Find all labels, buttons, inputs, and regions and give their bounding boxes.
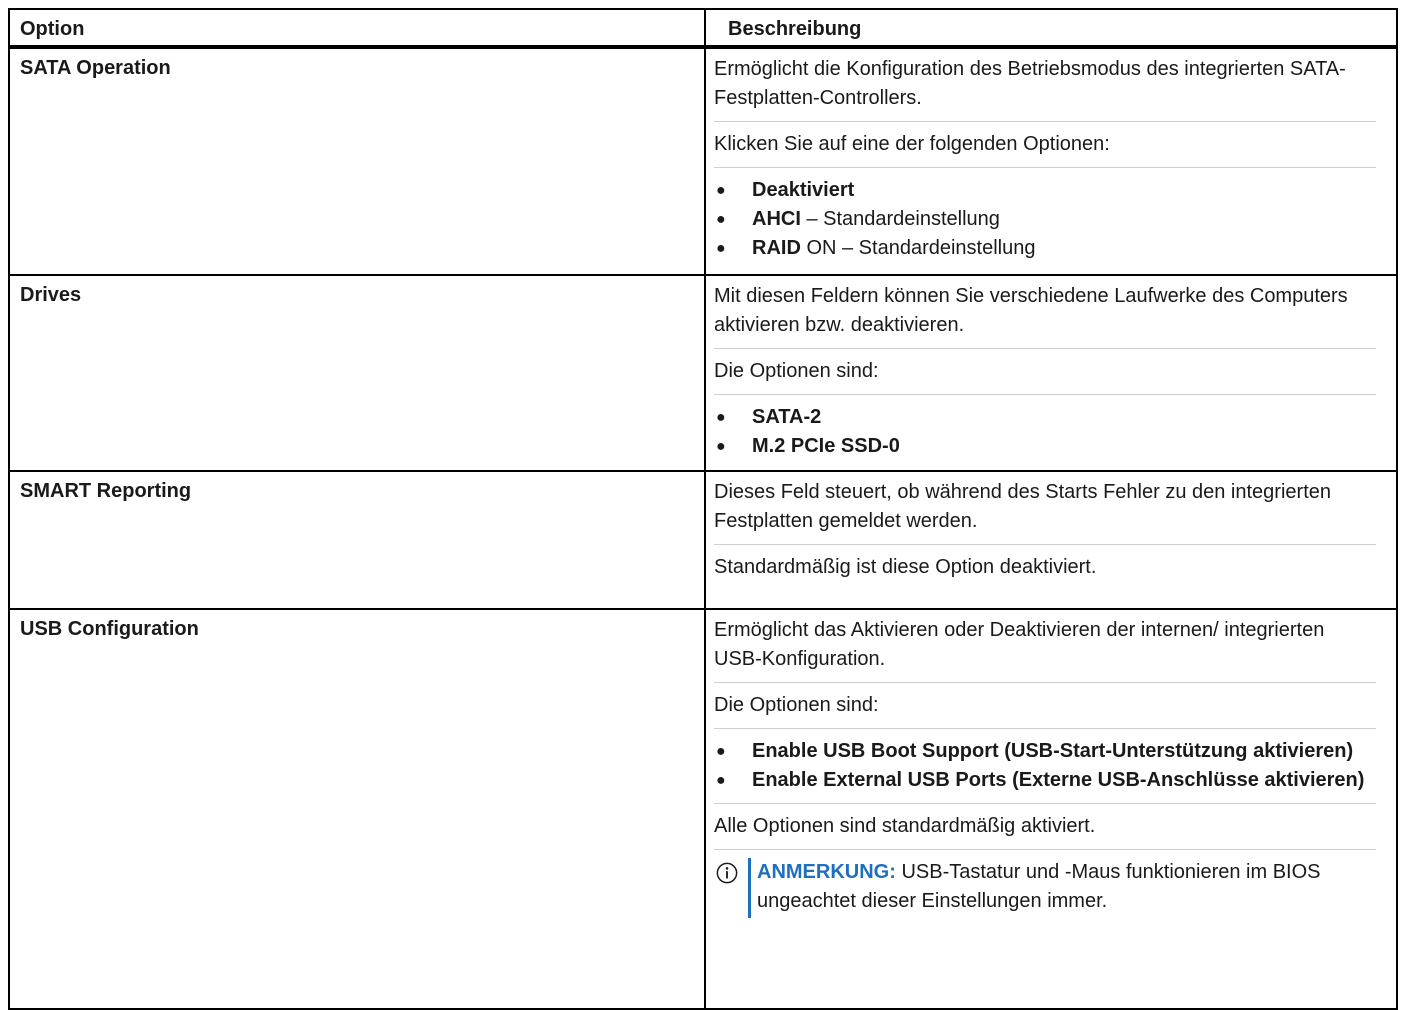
option-name: SATA Operation (8, 46, 706, 276)
table-row: SMART Reporting Dieses Feld steuert, ob … (8, 470, 1398, 610)
table-row: SATA Operation Ermöglicht die Konfigurat… (8, 46, 1398, 276)
bullet-icon: ● (716, 772, 726, 789)
option-description: Ermöglicht das Aktivieren oder Deaktivie… (704, 608, 1398, 1010)
list-item: ● Enable External USB Ports (Externe USB-… (714, 766, 1376, 795)
list-item: ● Enable USB Boot Support (USB-Start-Unte… (714, 737, 1376, 766)
description-text: Alle Optionen sind standardmäßig aktivie… (714, 803, 1376, 841)
note-box: ANMERKUNG: USB-Tastatur und -Maus funkti… (714, 849, 1376, 918)
info-icon (716, 862, 738, 884)
table-row: Drives Mit diesen Feldern können Sie ver… (8, 274, 1398, 472)
bullet-icon: ● (716, 240, 726, 257)
description-text: Die Optionen sind: (714, 682, 1376, 720)
option-name: Drives (8, 274, 706, 472)
bullet-icon: ● (716, 743, 726, 760)
note-body: ANMERKUNG: USB-Tastatur und -Maus funkti… (748, 858, 1376, 918)
list-item: ● M.2 PCIe SSD-0 (714, 432, 1376, 461)
description-text: Standardmäßig ist diese Option deaktivie… (714, 544, 1376, 582)
options-list: ● SATA-2 ● M.2 PCIe SSD-0 (714, 394, 1376, 461)
description-text: Die Optionen sind: (714, 348, 1376, 386)
list-item: ● AHCI – Standardeinstellung (714, 205, 1376, 234)
option-description: Mit diesen Feldern können Sie verschiede… (704, 274, 1398, 472)
description-text: Klicken Sie auf eine der folgenden Optio… (714, 121, 1376, 159)
table-header-row: Option Beschreibung (8, 8, 1398, 49)
option-description: Dieses Feld steuert, ob während des Star… (704, 470, 1398, 610)
list-item: ● Deaktiviert (714, 176, 1376, 205)
header-description: Beschreibung (704, 8, 1398, 49)
bullet-icon: ● (716, 211, 726, 228)
bullet-icon: ● (716, 438, 726, 455)
header-option: Option (8, 8, 706, 49)
note-label: ANMERKUNG: (757, 861, 896, 883)
options-list: ● Enable USB Boot Support (USB-Start-Unte… (714, 728, 1376, 795)
list-item: ● SATA-2 (714, 403, 1376, 432)
description-text: Ermöglicht das Aktivieren oder Deaktivie… (714, 619, 1325, 670)
description-text: Ermöglicht die Konfiguration des Betrieb… (714, 58, 1346, 109)
table-row: USB Configuration Ermöglicht das Aktivie… (8, 608, 1398, 1010)
option-description: Ermöglicht die Konfiguration des Betrieb… (704, 46, 1398, 276)
option-name: SMART Reporting (8, 470, 706, 610)
list-item: ● RAID ON – Standardeinstellung (714, 234, 1376, 263)
option-name: USB Configuration (8, 608, 706, 1010)
description-text: Dieses Feld steuert, ob während des Star… (714, 481, 1331, 532)
bullet-icon: ● (716, 182, 726, 199)
bullet-icon: ● (716, 409, 726, 426)
bios-options-table: Option Beschreibung SATA Operation Ermög… (8, 8, 1398, 1010)
description-text: Mit diesen Feldern können Sie verschiede… (714, 285, 1348, 336)
options-list: ● Deaktiviert ● AHCI – Standardeinstellung… (714, 167, 1376, 263)
